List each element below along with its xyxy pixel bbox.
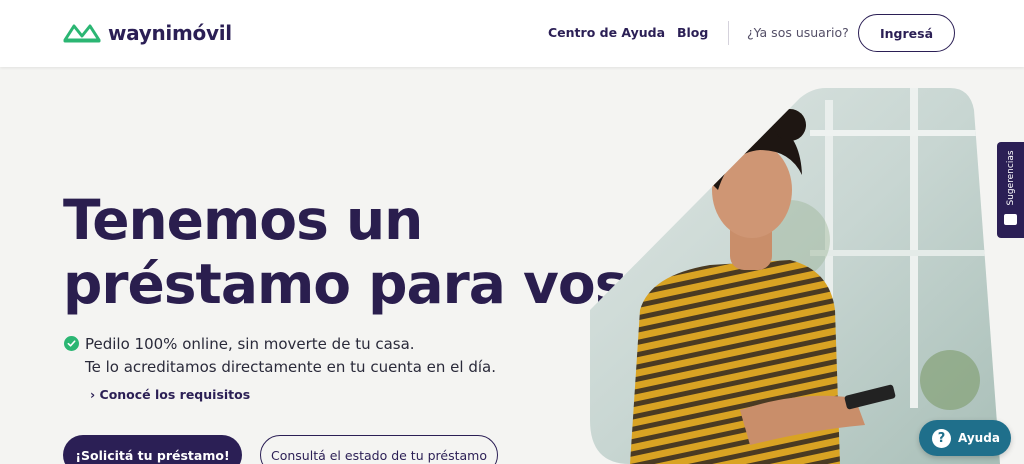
brand-logo[interactable]: waynimóvil [62,20,232,46]
existing-user-question: ¿Ya sos usuario? [747,25,849,40]
check-loan-status-button[interactable]: Consultá el estado de tu préstamo [260,435,498,464]
headline-line-1: Tenemos un [63,188,423,252]
help-button[interactable]: ? Ayuda [919,420,1011,456]
requirements-link-label: Conocé los requisitos [99,387,251,402]
apply-loan-button[interactable]: ¡Solicitá tu préstamo! [63,435,242,464]
nav-help-center[interactable]: Centro de Ayuda [548,25,665,40]
headline-line-2: préstamo para vos [63,252,627,316]
site-header: waynimóvil Centro de Ayuda Blog ¿Ya sos … [0,0,1024,67]
help-button-label: Ayuda [958,431,1000,445]
login-button[interactable]: Ingresá [858,14,955,52]
logo-icon [63,24,101,43]
feature-text-1: Pedilo 100% online, sin moverte de tu ca… [85,335,415,353]
feedback-icon [1004,214,1017,225]
chevron-right-icon: › [90,387,96,402]
requirements-link[interactable]: › Conocé los requisitos [90,387,250,402]
feedback-tab[interactable]: Sugerencias [997,142,1024,238]
brand-name: waynimóvil [108,21,232,45]
feedback-tab-label: Sugerencias [1005,150,1016,206]
feature-text-2: Te lo acreditamos directamente en tu cue… [85,358,496,376]
nav-blog[interactable]: Blog [677,25,708,40]
hero-photo [590,88,1000,464]
hero-headline: Tenemos un préstamo para vos [63,188,627,316]
check-circle-icon [64,336,79,351]
question-icon: ? [932,428,951,448]
nav-divider [728,21,729,45]
